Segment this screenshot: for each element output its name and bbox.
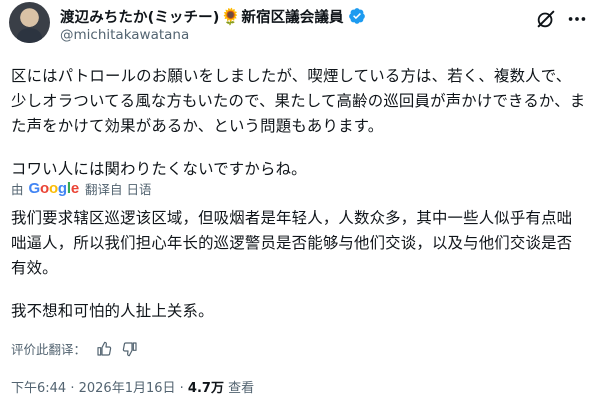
thumbs-down-icon[interactable] [122,341,138,357]
translated-text: 我们要求辖区巡逻该区域，但吸烟者是年轻人，人数众多，其中一些人似乎有点咄咄逼人，… [11,206,586,324]
translated-by-label: 由 [11,182,24,197]
translated-paragraph-2: 我不想和可怕的人扯上关系。 [11,302,214,320]
verified-badge-icon[interactable] [348,7,366,25]
google-logo: Google [28,180,80,197]
author-title[interactable]: 新宿区議会議員 [241,6,343,27]
more-icon[interactable] [566,8,588,30]
thumbs-up-icon[interactable] [96,341,112,357]
author-handle[interactable]: @michitakawatana [60,27,189,43]
tweet-meta: 下午6:44 · 2026年1月16日 · 4.7万 查看 [11,377,254,396]
tweet-paragraph-1: 区にはパトロールのお願いをしましたが、喫煙している方は、若く、複数人で、少しオラ… [11,67,586,135]
views-label: 查看 [223,381,255,396]
avatar[interactable] [9,2,50,43]
sunflower-emoji: 🌻 [220,6,241,26]
tweet-text: 区にはパトロールのお願いをしましたが、喫煙している方は、若く、複数人で、少しオラ… [11,64,586,182]
translated-from-label[interactable]: 翻译自 日语 [85,179,151,198]
rate-translation-row: 评价此翻译： [11,339,138,358]
rate-translation-label: 评价此翻译： [11,342,87,357]
translation-attribution: 由 Google 翻译自 日语 [11,179,152,198]
display-name[interactable]: 渡辺みちたか(ミッチー) [60,6,219,27]
meta-separator: · [66,381,79,396]
tweet-time[interactable]: 下午6:44 [11,381,66,396]
tweet-date[interactable]: 2026年1月16日 [79,381,176,396]
views-count: 4.7万 [187,381,224,396]
translated-paragraph-1: 我们要求辖区巡逻该区域，但吸烟者是年轻人，人数众多，其中一些人似乎有点咄咄逼人，… [11,209,573,277]
author-name-row[interactable]: 渡辺みちたか(ミッチー) 🌻 新宿区議会議員 [60,5,366,27]
meta-separator: · [175,381,188,396]
grok-icon[interactable] [535,8,557,30]
